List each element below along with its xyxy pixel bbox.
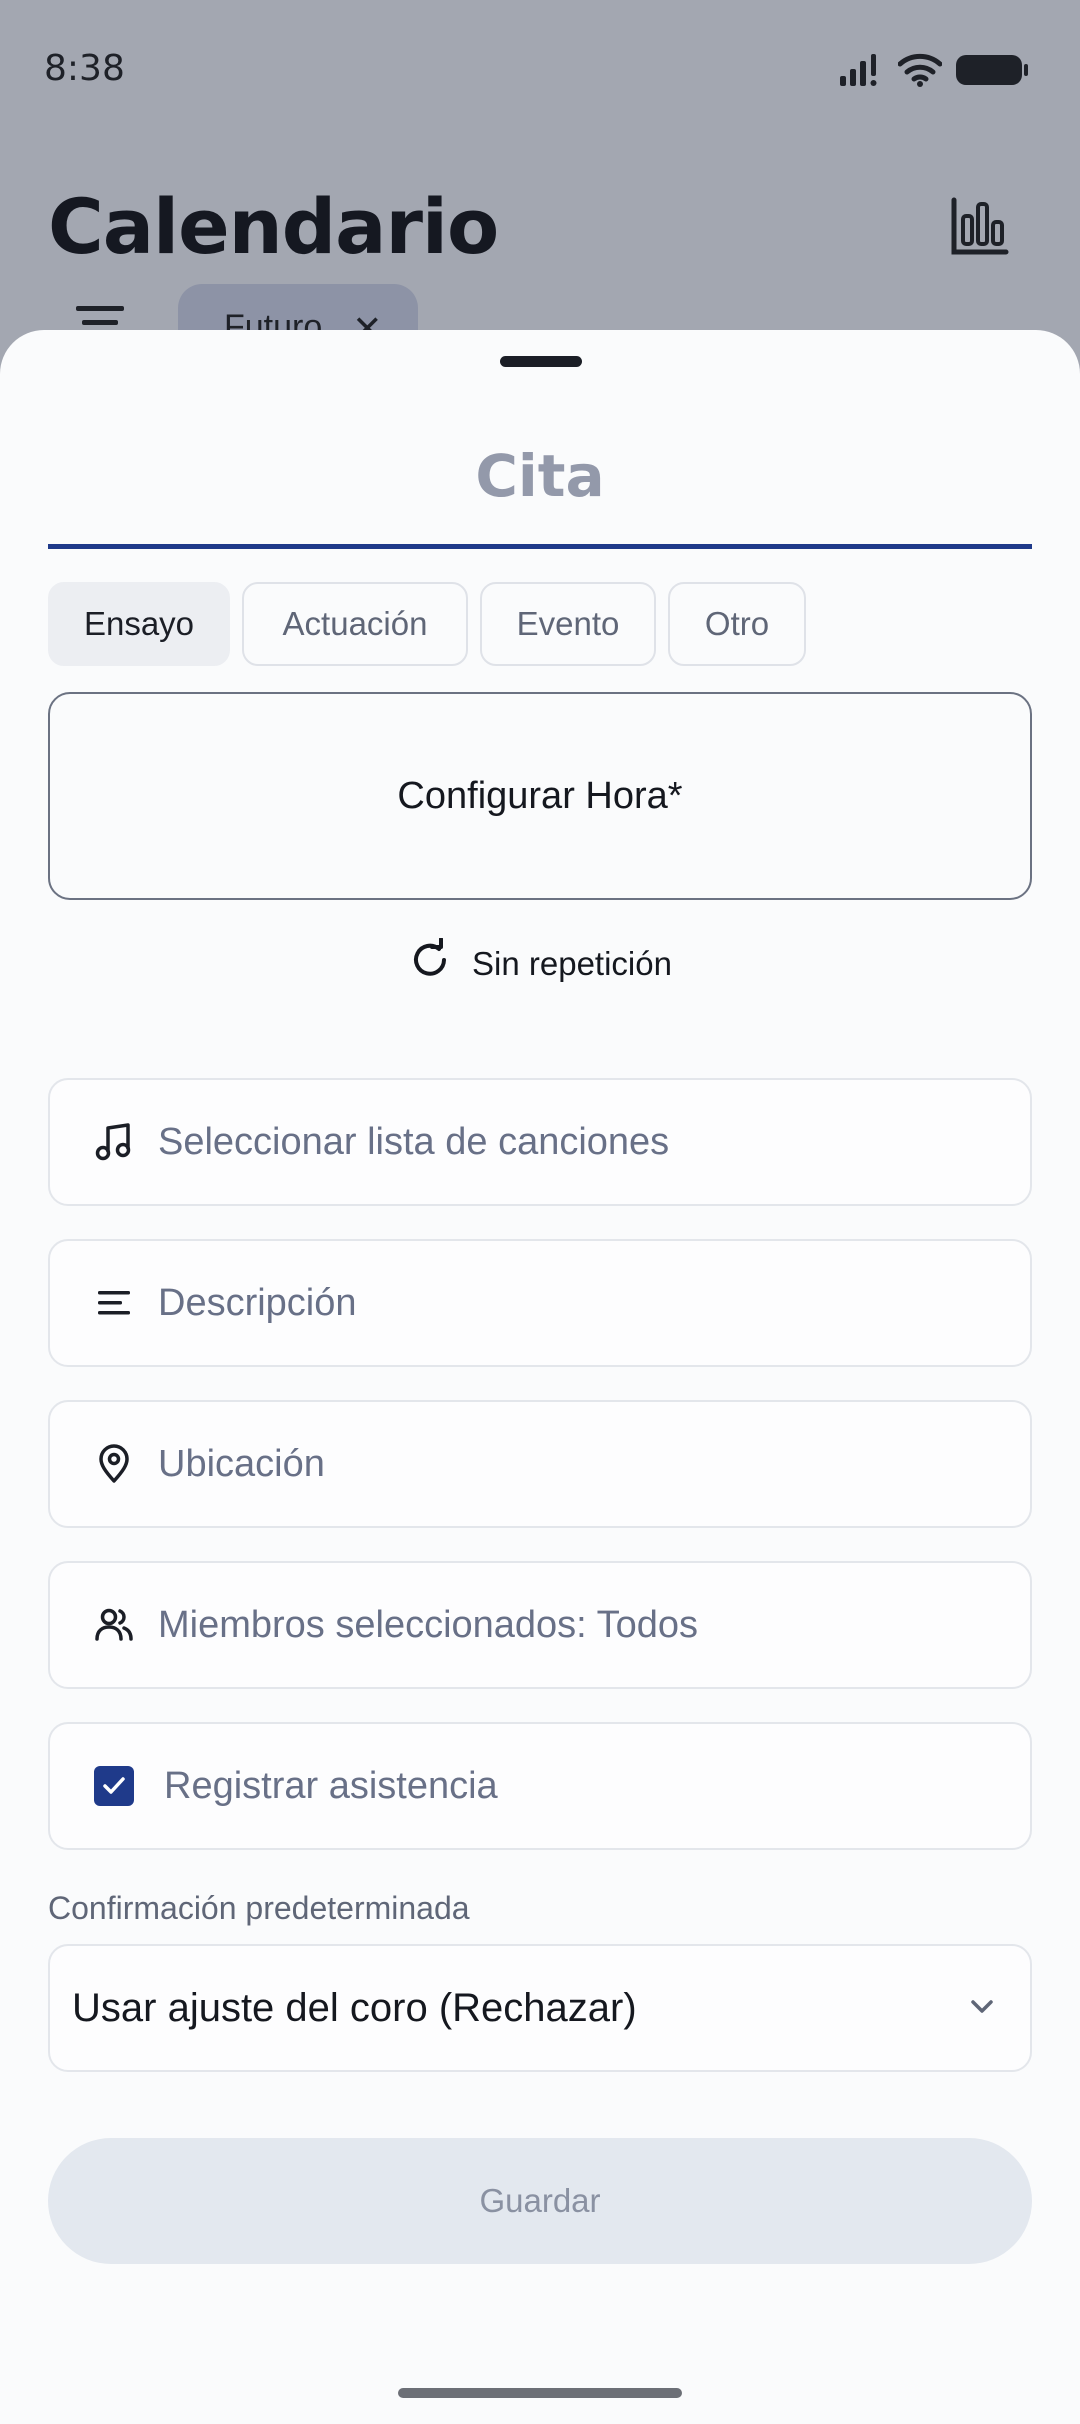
status-icons [838, 52, 1030, 92]
text-lines-icon [94, 1283, 134, 1323]
confirmation-value: Usar ajuste del coro (Rechazar) [72, 1985, 637, 2030]
location-field[interactable]: Ubicación [48, 1400, 1032, 1528]
music-note-icon [94, 1122, 134, 1162]
appointment-title-input[interactable]: Cita [48, 442, 1032, 510]
attendance-field[interactable]: Registrar asistencia [48, 1722, 1032, 1850]
status-time: 8:38 [44, 48, 125, 89]
battery-icon [954, 52, 1030, 93]
chip-other[interactable]: Otro [668, 582, 806, 666]
members-field[interactable]: Miembros seleccionados: Todos [48, 1561, 1032, 1689]
repeat-label: Sin repetición [472, 945, 672, 982]
home-indicator [398, 2388, 682, 2398]
description-field[interactable]: Descripción [48, 1239, 1032, 1367]
confirmation-select[interactable]: Usar ajuste del coro (Rechazar) [48, 1944, 1032, 2072]
chip-event[interactable]: Evento [480, 582, 656, 666]
songlist-field[interactable]: Seleccionar lista de canciones [48, 1078, 1032, 1206]
set-time-label: Configurar Hora* [397, 774, 683, 817]
attendance-label: Registrar asistencia [164, 1764, 498, 1807]
wifi-icon [897, 52, 943, 93]
repeat-button[interactable]: Sin repetición [0, 937, 1080, 990]
chevron-down-icon [964, 1988, 1000, 2029]
repeat-icon [408, 937, 452, 990]
drag-handle[interactable] [500, 356, 582, 367]
users-icon [94, 1605, 134, 1645]
save-button[interactable]: Guardar [48, 2138, 1032, 2264]
attendance-checkbox[interactable] [94, 1766, 134, 1806]
members-label: Miembros seleccionados: Todos [158, 1603, 699, 1646]
page-title: Calendario [48, 182, 499, 271]
location-pin-icon [94, 1444, 134, 1484]
chip-performance[interactable]: Actuación [242, 582, 468, 666]
appointment-sheet: Cita Ensayo Actuación Evento Otro Config… [0, 330, 1080, 2424]
songlist-placeholder: Seleccionar lista de canciones [158, 1120, 670, 1163]
chip-rehearsal[interactable]: Ensayo [48, 582, 230, 666]
signal-icon [838, 52, 886, 93]
description-placeholder: Descripción [158, 1281, 357, 1324]
status-bar: 8:38 [0, 0, 1080, 140]
stats-chart-icon[interactable] [948, 194, 1012, 258]
title-underline [48, 544, 1032, 549]
set-time-button[interactable]: Configurar Hora* [48, 692, 1032, 900]
event-type-chips: Ensayo Actuación Evento Otro [48, 582, 806, 666]
confirmation-label: Confirmación predeterminada [48, 1890, 470, 1926]
location-placeholder: Ubicación [158, 1442, 325, 1485]
